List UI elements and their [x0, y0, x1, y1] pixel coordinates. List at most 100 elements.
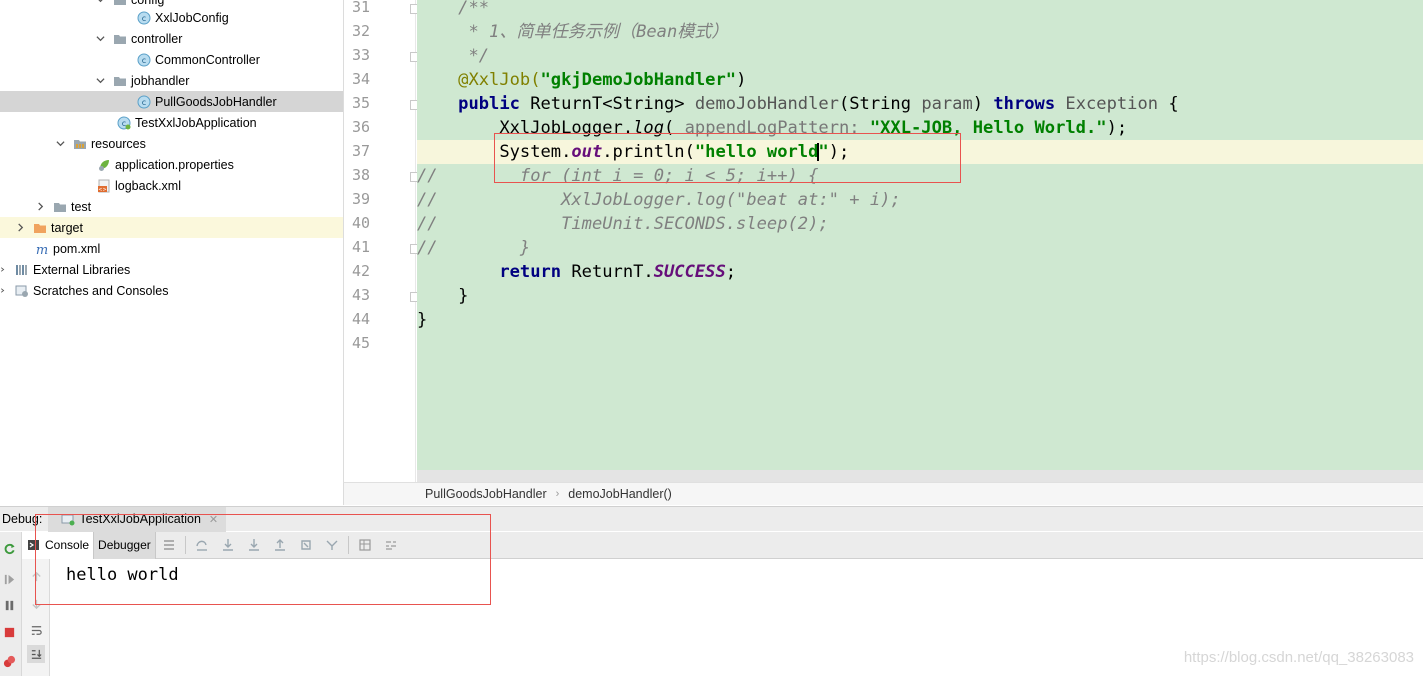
- line-number: 38: [351, 166, 370, 184]
- tree-item-testxxljobapplication[interactable]: c TestXxlJobApplication: [0, 112, 343, 133]
- tree-item-pullgoodsjobhandler[interactable]: c PullGoodsJobHandler: [0, 91, 343, 112]
- chevron-down-icon[interactable]: [54, 138, 66, 150]
- tree-item-label: TestXxlJobApplication: [135, 115, 257, 130]
- tree-item-pom-xml[interactable]: m pom.xml: [0, 238, 343, 259]
- tree-item-label: test: [71, 199, 92, 214]
- step-over-icon[interactable]: [189, 532, 215, 559]
- line-number: 43: [351, 286, 370, 304]
- down-arrow-icon[interactable]: [27, 595, 45, 613]
- evaluate-expression-icon[interactable]: [352, 532, 378, 559]
- code-line-31: /**: [417, 0, 490, 18]
- tree-item-commoncontroller[interactable]: c CommonController: [0, 49, 343, 70]
- up-arrow-icon[interactable]: [27, 567, 45, 585]
- spring-class-icon: c: [116, 115, 132, 131]
- line-number: 42: [351, 262, 370, 280]
- toolbar-divider: [184, 536, 186, 554]
- show-execution-point-icon[interactable]: [156, 532, 182, 559]
- debug-label: Debug:: [2, 512, 43, 526]
- code-line-33: */: [417, 46, 490, 66]
- tree-item-target[interactable]: target: [0, 217, 343, 238]
- code-line-39: // XxlJobLogger.log("beat at:" + i);: [417, 190, 901, 210]
- chevron-down-icon[interactable]: [94, 75, 106, 87]
- drop-frame-icon[interactable]: [293, 532, 319, 559]
- tab-debugger-label: Debugger: [98, 538, 151, 552]
- folder-icon: [112, 31, 128, 47]
- tree-item-logback-xml[interactable]: <> logback.xml: [0, 175, 343, 196]
- rerun-icon[interactable]: [0, 539, 18, 557]
- debug-header: Debug: TestXxlJobApplication ✕: [0, 506, 1423, 532]
- chevron-right-icon[interactable]: [0, 264, 6, 276]
- tree-item-label: target: [51, 220, 83, 235]
- tab-debugger[interactable]: Debugger: [94, 531, 156, 559]
- chevron-right-icon[interactable]: [0, 285, 6, 297]
- tree-item-external-libraries[interactable]: External Libraries: [0, 259, 343, 280]
- code-line-43: }: [417, 286, 469, 306]
- tree-item-label: XxlJobConfig: [155, 10, 229, 25]
- code-line-36: XxlJobLogger.log( appendLogPattern: "XXL…: [499, 118, 1128, 138]
- tree-item-label: application.properties: [115, 157, 234, 172]
- code-line-37: System.out.println("hello world");: [417, 140, 1423, 164]
- tree-item-test[interactable]: test: [0, 196, 343, 217]
- tree-item-jobhandler[interactable]: jobhandler: [0, 70, 343, 91]
- tree-item-label: pom.xml: [53, 241, 101, 256]
- tree-item-xxljobconfig[interactable]: c XxlJobConfig: [0, 7, 343, 28]
- code-line-35: public ReturnT<String> demoJobHandler(St…: [458, 94, 1179, 114]
- close-icon[interactable]: ✕: [209, 513, 218, 526]
- console-side-toolbar: [22, 559, 50, 676]
- svg-text:c: c: [142, 56, 146, 65]
- breadcrumb-class[interactable]: PullGoodsJobHandler: [425, 487, 547, 501]
- console-icon: [26, 537, 42, 553]
- code-line-32: * 1、简单任务示例（Bean模式）: [417, 22, 729, 42]
- run-config-icon: [60, 511, 76, 527]
- step-into-icon[interactable]: [215, 532, 241, 559]
- maven-icon: m: [34, 241, 50, 257]
- chevron-right-icon[interactable]: [14, 222, 26, 234]
- tree-item-label: jobhandler: [131, 73, 190, 88]
- project-tree: config c XxlJobConfig controller c Commo…: [0, 0, 343, 505]
- tree-item-scratches-and-consoles[interactable]: Scratches and Consoles: [0, 280, 343, 301]
- horizontal-scrollbar[interactable]: [417, 470, 1423, 482]
- line-number: 45: [351, 334, 370, 352]
- code-line-42: return ReturnT.SUCCESS;: [499, 262, 737, 282]
- code-line-34: @XxlJob("gkjDemoJobHandler"): [458, 70, 747, 90]
- chevron-down-icon[interactable]: [94, 33, 106, 45]
- tab-console[interactable]: Console: [22, 531, 95, 559]
- code-area[interactable]: /** * 1、简单任务示例（Bean模式） */ @XxlJob("gkjDe…: [417, 0, 1423, 470]
- breadcrumb-method[interactable]: demoJobHandler(): [568, 487, 672, 501]
- chevron-down-icon[interactable]: [94, 0, 106, 6]
- code-editor[interactable]: 31 32 33 34 35 36 37 38 39 40 41 42 43 4…: [343, 0, 1423, 482]
- orange-folder-icon: [32, 220, 48, 236]
- debug-session-tab[interactable]: TestXxlJobApplication ✕: [48, 506, 227, 532]
- tree-item-application-properties[interactable]: application.properties: [0, 154, 343, 175]
- line-number: 32: [351, 22, 370, 40]
- svg-text:<>: <>: [98, 187, 106, 193]
- line-number: 40: [351, 214, 370, 232]
- stop-icon[interactable]: [0, 623, 18, 641]
- trace-stream-icon[interactable]: [378, 532, 404, 559]
- debug-left-toolbar: [0, 532, 22, 676]
- code-line-40: // TimeUnit.SECONDS.sleep(2);: [417, 214, 829, 234]
- tree-item-label: resources: [91, 136, 146, 151]
- soft-wrap-icon[interactable]: [27, 621, 45, 639]
- console-output[interactable]: hello world https://blog.csdn.net/qq_382…: [51, 559, 1423, 676]
- code-line-41: // }: [417, 238, 531, 258]
- tree-item-resources[interactable]: resources: [0, 133, 343, 154]
- tree-item-label: PullGoodsJobHandler: [155, 94, 277, 109]
- force-step-into-icon[interactable]: [241, 532, 267, 559]
- toolbar-divider: [347, 536, 349, 554]
- xml-file-icon: <>: [96, 178, 112, 194]
- line-number: 39: [351, 190, 370, 208]
- resume-icon[interactable]: [0, 570, 18, 588]
- run-to-cursor-icon[interactable]: [319, 532, 345, 559]
- line-number: 37: [351, 142, 370, 160]
- view-breakpoints-icon[interactable]: [0, 652, 18, 670]
- scroll-to-end-icon[interactable]: [27, 645, 45, 663]
- pause-icon[interactable]: [0, 596, 18, 614]
- chevron-right-icon[interactable]: [34, 201, 46, 213]
- line-number: 41: [351, 238, 370, 256]
- tree-item-controller[interactable]: controller: [0, 28, 343, 49]
- class-icon: c: [136, 52, 152, 68]
- tree-item-label: controller: [131, 31, 183, 46]
- step-out-icon[interactable]: [267, 532, 293, 559]
- tree-item-label: External Libraries: [33, 262, 131, 277]
